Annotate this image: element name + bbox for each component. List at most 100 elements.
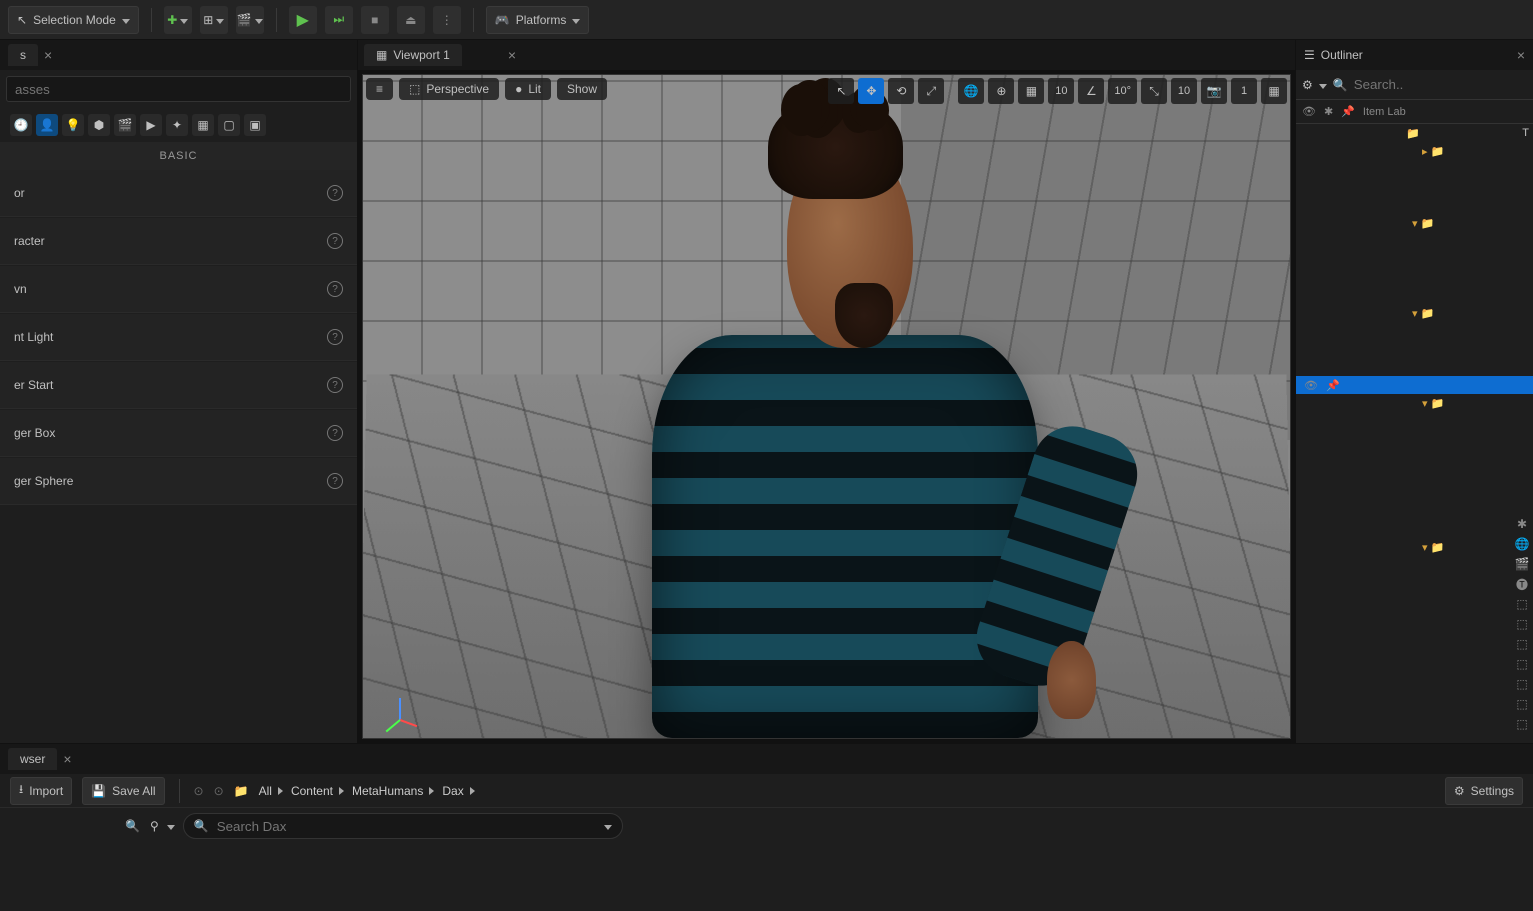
browser-search-input[interactable]	[217, 819, 596, 834]
list-item[interactable]: nt Light?	[0, 314, 357, 361]
content-browser-tab[interactable]: wser	[8, 748, 57, 770]
crumb-all[interactable]: All	[259, 784, 283, 798]
settings-button[interactable]: ⚙ Settings	[1445, 777, 1523, 805]
filter-icon[interactable]: ⚙	[1302, 78, 1313, 92]
angle-snap-value[interactable]: 10°	[1108, 78, 1137, 104]
selection-mode-button[interactable]: ↖ Selection Mode	[8, 6, 139, 34]
rotate-tool-button[interactable]: ⟲	[888, 78, 914, 104]
filter-media-icon[interactable]: ▣	[244, 114, 266, 136]
crumb-dax[interactable]: Dax	[442, 784, 474, 798]
grid-snap-value[interactable]: 10	[1048, 78, 1074, 104]
viewport-menu-button[interactable]: ≡	[366, 78, 393, 100]
coordinate-space-button[interactable]: 🌐	[958, 78, 984, 104]
outliner-search-input[interactable]	[1354, 77, 1531, 92]
info-icon[interactable]: ?	[327, 425, 343, 441]
play-options-button[interactable]: ⋮	[433, 6, 461, 34]
tree-row[interactable]: ▾ 📁	[1296, 538, 1533, 556]
list-item[interactable]: ger Box?	[0, 410, 357, 457]
filter-basic-icon[interactable]: 👤	[36, 114, 58, 136]
history-fwd-button[interactable]: ⊙	[214, 784, 224, 798]
filter-geo-icon[interactable]: ▢	[218, 114, 240, 136]
lit-mode-button[interactable]: ●Lit	[505, 78, 551, 100]
tree-row[interactable]	[1296, 484, 1533, 502]
filter-volumes-icon[interactable]: ✦	[166, 114, 188, 136]
list-item[interactable]: racter?	[0, 218, 357, 265]
list-item[interactable]: er Start?	[0, 362, 357, 409]
search-icon[interactable]: 🔍	[125, 819, 140, 833]
filter-visual-icon[interactable]: ▶	[140, 114, 162, 136]
place-actors-search-input[interactable]	[6, 76, 351, 102]
place-actors-tab[interactable]: s	[8, 44, 38, 66]
filter-icon[interactable]: ⚲	[150, 819, 159, 833]
tree-row[interactable]	[1296, 286, 1533, 304]
chevron-down-icon[interactable]	[1319, 78, 1327, 92]
folder-icon[interactable]: 📁	[234, 784, 249, 798]
tree-row[interactable]	[1296, 502, 1533, 520]
stop-button[interactable]: ■	[361, 6, 389, 34]
info-icon[interactable]: ?	[327, 185, 343, 201]
select-tool-button[interactable]: ↖	[828, 78, 854, 104]
eject-button[interactable]: ⏏	[397, 6, 425, 34]
tree-row[interactable]	[1296, 448, 1533, 466]
filter-cinema-icon[interactable]: 🎬	[114, 114, 136, 136]
filter-all-icon[interactable]: ▦	[192, 114, 214, 136]
tree-row[interactable]	[1296, 160, 1533, 178]
pin-icon[interactable]: 📌	[1324, 379, 1342, 392]
viewport-3d-view[interactable]	[362, 74, 1291, 739]
tree-row[interactable]	[1296, 466, 1533, 484]
browser-search-box[interactable]: 🔍	[183, 813, 623, 839]
angle-snap-button[interactable]: ∠	[1078, 78, 1104, 104]
info-icon[interactable]: ?	[327, 329, 343, 345]
list-item[interactable]: ger Sphere?	[0, 458, 357, 505]
scale-tool-button[interactable]: ⤢	[918, 78, 944, 104]
cinematics-button[interactable]: 🎬	[236, 6, 264, 34]
surface-snap-button[interactable]: ⊕	[988, 78, 1014, 104]
tree-row[interactable]: ▾ 📁	[1296, 304, 1533, 322]
tree-row-selected[interactable]: 👁📌	[1296, 376, 1533, 394]
history-back-button[interactable]: ⊙	[194, 784, 204, 798]
tree-row[interactable]	[1296, 178, 1533, 196]
item-col-label[interactable]: Item Lab	[1363, 106, 1406, 118]
info-icon[interactable]: ?	[327, 233, 343, 249]
info-icon[interactable]: ?	[327, 281, 343, 297]
tree-row[interactable]: 📁T	[1296, 124, 1533, 142]
viewport-tab[interactable]: ▦ Viewport 1	[364, 44, 462, 66]
grid-snap-button[interactable]: ▦	[1018, 78, 1044, 104]
import-button[interactable]: ⭳ Import	[10, 777, 72, 805]
tree-row[interactable]	[1296, 250, 1533, 268]
camera-speed-value[interactable]: 1	[1231, 78, 1257, 104]
viewport-layout-button[interactable]: ▦	[1261, 78, 1287, 104]
visibility-icon[interactable]: 👁	[1302, 379, 1320, 392]
crumb-metahumans[interactable]: MetaHumans	[352, 784, 434, 798]
play-button[interactable]: ▶	[289, 6, 317, 34]
step-button[interactable]: ⏭	[325, 6, 353, 34]
visibility-col-icon[interactable]: 👁	[1302, 105, 1316, 118]
tree-row[interactable]: ▾ 📁	[1296, 214, 1533, 232]
tree-row[interactable]	[1296, 340, 1533, 358]
tree-row[interactable]	[1296, 358, 1533, 376]
list-item[interactable]: vn?	[0, 266, 357, 313]
list-item[interactable]: or?	[0, 170, 357, 217]
save-all-button[interactable]: 💾 Save All	[82, 777, 164, 805]
filter-recent-icon[interactable]: 🕘	[10, 114, 32, 136]
outliner-tree[interactable]: 📁T ▸ 📁 ▾ 📁 ▾ 📁 👁📌 ▾ 📁 ▾ 📁	[1296, 124, 1533, 743]
close-icon[interactable]: ×	[44, 47, 52, 63]
chevron-down-icon[interactable]	[167, 819, 175, 833]
chevron-down-icon[interactable]	[604, 819, 612, 833]
outliner-tab[interactable]: ☰ Outliner ×	[1296, 40, 1533, 70]
scale-snap-button[interactable]: ⤡	[1141, 78, 1167, 104]
perspective-button[interactable]: ⬚Perspective	[399, 78, 499, 100]
tree-row[interactable]: ▾ 📁	[1296, 394, 1533, 412]
close-icon[interactable]: ×	[508, 47, 516, 63]
filter-shapes-icon[interactable]: ⬢	[88, 114, 110, 136]
info-icon[interactable]: ?	[327, 473, 343, 489]
close-icon[interactable]: ×	[1517, 47, 1525, 63]
add-content-button[interactable]: ✚	[164, 6, 192, 34]
tree-row[interactable]	[1296, 412, 1533, 430]
show-button[interactable]: Show	[557, 78, 607, 100]
scale-snap-value[interactable]: 10	[1171, 78, 1197, 104]
tree-row[interactable]	[1296, 196, 1533, 214]
pin-col-icon[interactable]: ✱	[1324, 105, 1333, 118]
pin-col-icon[interactable]: 📌	[1341, 105, 1355, 118]
crumb-content[interactable]: Content	[291, 784, 344, 798]
